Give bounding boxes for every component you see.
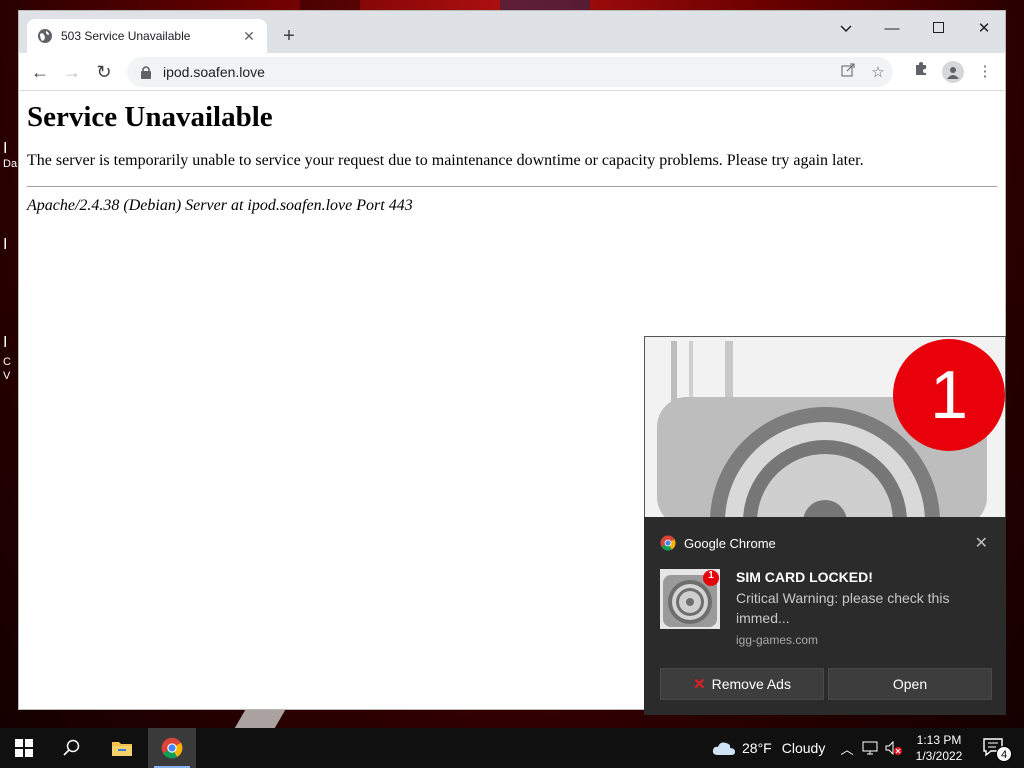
error-message: The server is temporarily unable to serv… [27,152,864,169]
desktop-icon-fragment[interactable]: I [3,236,7,254]
action-center-button[interactable]: 4 [980,734,1012,762]
desktop-icon-fragment[interactable]: I [3,140,7,158]
notification-source: igg-games.com [736,633,819,647]
system-clock[interactable]: 1:13 PM 1/3/2022 [906,732,972,764]
notification-hero-image[interactable]: 1 [644,336,1006,526]
tab-strip: 503 Service Unavailable ✕ + — ✕ [19,11,1005,53]
folder-icon [112,742,132,756]
tab-active[interactable]: 503 Service Unavailable ✕ [27,19,267,53]
search-button[interactable] [48,728,96,768]
share-icon[interactable] [833,63,863,81]
new-tab-button[interactable]: + [277,25,301,49]
close-icon[interactable]: ✕ [961,15,1007,45]
red-x-icon: ✕ [693,676,706,693]
search-icon [63,739,80,756]
desktop-label-fragment: V [3,370,11,382]
weather-widget[interactable]: 28°F Cloudy [712,728,825,768]
tab-close-icon[interactable]: ✕ [241,28,257,45]
tab-title: 503 Service Unavailable [61,29,191,43]
weather-temp: 28°F [742,740,772,756]
clock-date: 1/3/2022 [915,749,963,763]
bookmark-star-icon[interactable]: ☆ [863,63,893,81]
desktop-label-fragment: Da [3,158,18,170]
chrome-icon [161,737,183,759]
server-signature: Apache/2.4.38 (Debian) Server at ipod.so… [27,197,413,214]
forward-icon[interactable]: → [59,59,85,85]
clock-time: 1:13 PM [916,733,962,747]
windows-icon [15,739,33,757]
weather-desc: Cloudy [781,740,826,756]
menu-icon[interactable]: ⋮ [972,59,998,85]
back-icon[interactable]: ← [27,59,53,85]
desktop-label-fragment: C [3,356,11,368]
toast-header: Google Chrome [660,535,776,551]
open-button[interactable]: Open [828,668,992,700]
remove-ads-label: Remove Ads [711,676,791,692]
page-title: Service Unavailable [27,101,273,133]
open-label: Open [892,676,928,692]
chrome-icon [660,535,676,551]
chrome-taskbar-button[interactable] [148,728,196,768]
notification-count-badge: 4 [996,746,1012,762]
tab-search-icon[interactable] [823,15,869,45]
minimize-icon[interactable]: — [869,15,915,45]
url-text[interactable]: ipod.soafen.love [163,64,833,80]
lock-icon[interactable] [139,65,153,79]
reload-icon[interactable]: ↻ [91,59,117,85]
volume-muted-icon[interactable] [884,728,904,768]
address-bar[interactable]: ipod.soafen.love ☆ [127,57,893,87]
cloud-icon [712,742,735,755]
show-hidden-icons-chevron[interactable]: ︿ [838,728,856,768]
wallpaper-shape [234,710,286,728]
notification-message: Critical Warning: please check this imme… [736,590,950,626]
globe-icon [38,29,52,43]
desktop-icon-fragment[interactable]: I [3,334,7,352]
browser-toolbar: ← → ↻ ipod.soafen.love ☆ ⋮ [19,53,1005,91]
thumb-badge-count: 1 [708,570,714,581]
notification-title: SIM CARD LOCKED! [736,569,873,585]
toast-close-icon[interactable]: ✕ [975,533,988,553]
toast-app-name: Google Chrome [684,535,776,551]
network-icon[interactable] [860,728,880,768]
maximize-icon[interactable] [915,15,961,45]
start-button[interactable] [0,728,48,768]
hero-badge-count: 1 [930,357,968,433]
file-explorer-button[interactable] [98,728,146,768]
page-content: Service Unavailable The server is tempor… [27,91,997,215]
notification-thumbnail: 1 [660,569,720,629]
taskbar: 28°F Cloudy ︿ 1:13 PM 1/3/2022 4 [0,728,1024,768]
desktop-icons-fragment: I Da I I C V [0,130,18,390]
profile-icon[interactable] [940,59,966,85]
chrome-notification-toast[interactable]: Google Chrome ✕ 1 SIM CARD LOCKED! Criti… [644,517,1006,715]
extensions-icon[interactable] [908,59,934,85]
divider [27,186,997,187]
remove-ads-button[interactable]: ✕ Remove Ads [660,668,824,700]
